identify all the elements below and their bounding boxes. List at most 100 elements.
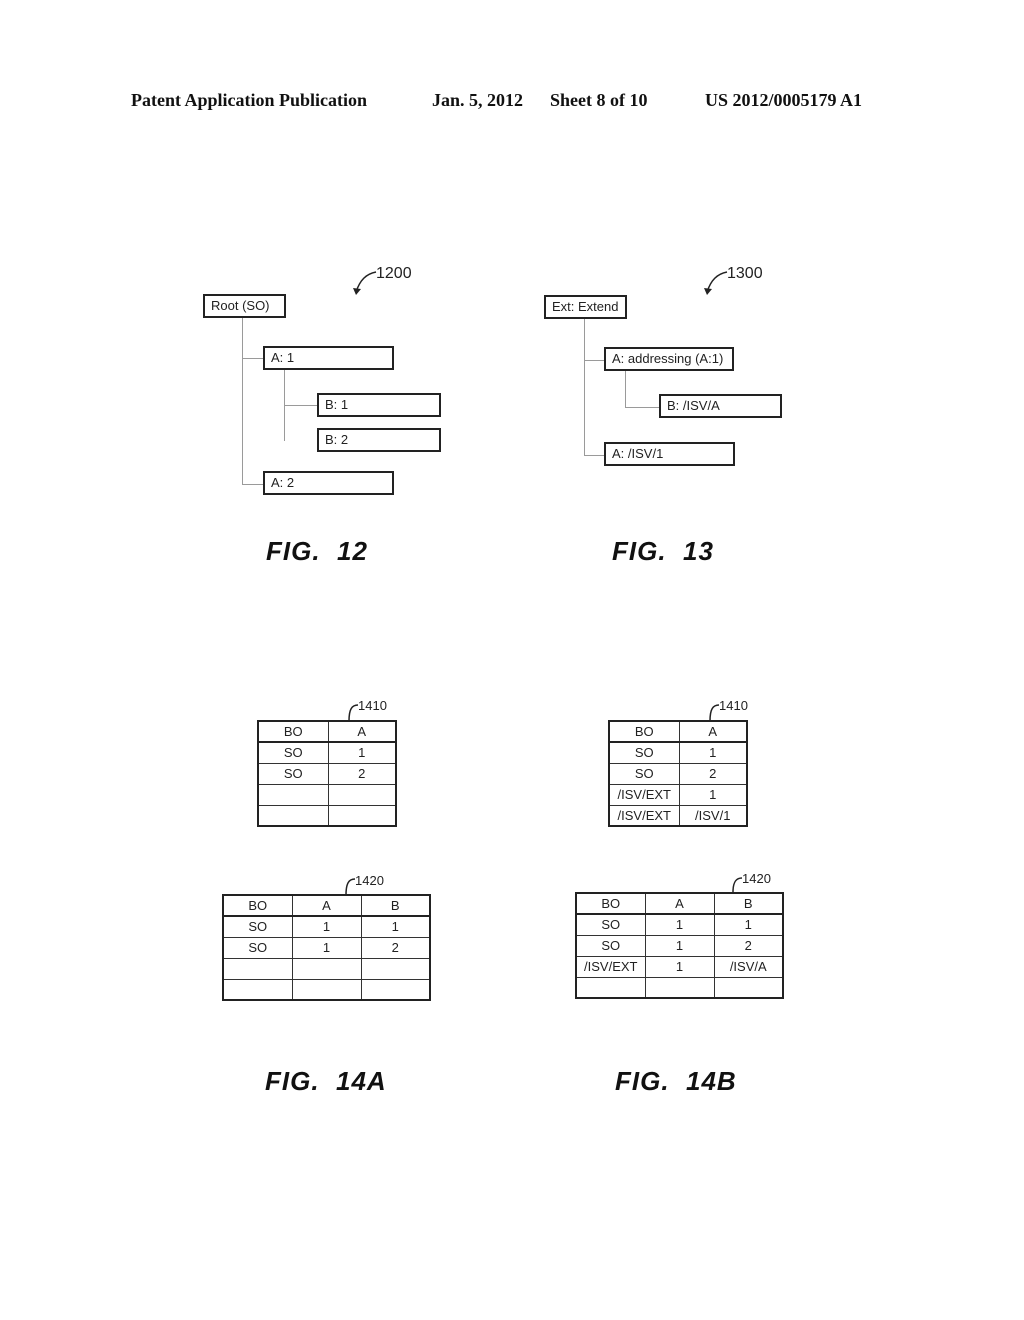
connector-line: [242, 484, 263, 485]
cell: [644, 976, 715, 999]
sheet-number: Sheet 8 of 10: [550, 90, 648, 110]
table-row: [222, 978, 431, 1001]
connector-line: [284, 405, 317, 406]
cell: /ISV/1: [678, 804, 748, 827]
tree-node-a1: A: 1: [263, 346, 394, 370]
cell: 1: [291, 915, 362, 938]
table-row: SO 1 2: [222, 936, 431, 959]
reference-1410: 1410: [358, 698, 387, 713]
cell: 2: [713, 934, 784, 957]
table-1410: BO A SO 1 SO 2: [257, 720, 397, 827]
cell: 1: [644, 955, 715, 978]
column-header: B: [360, 894, 431, 917]
cell: 1: [678, 741, 748, 764]
connector-line: [625, 407, 659, 408]
cell: [360, 957, 431, 980]
connector-line: [625, 371, 626, 407]
connector-line: [584, 360, 604, 361]
table-row: [257, 804, 397, 827]
cell: 1: [678, 783, 748, 806]
cell: [257, 783, 329, 806]
table-row: SO 1 1: [575, 913, 784, 936]
column-header: BO: [257, 720, 329, 743]
connector-line: [242, 358, 263, 359]
cell: 1: [360, 915, 431, 938]
column-header: B: [713, 892, 784, 915]
connector-line: [242, 318, 243, 484]
reference-1300: 1300: [727, 265, 763, 282]
cell: [291, 978, 362, 1001]
tree-node-b2: B: 2: [317, 428, 441, 452]
column-header: BO: [608, 720, 680, 743]
reference-1410: 1410: [719, 698, 748, 713]
column-header: A: [678, 720, 748, 743]
tree-node-b-isv: B: /ISV/A: [659, 394, 782, 418]
cell: [327, 783, 397, 806]
cell: 1: [291, 936, 362, 959]
table-1420: BO A B SO 1 1 SO 1 2: [222, 894, 431, 1001]
table-row: [222, 957, 431, 980]
cell: /ISV/EXT: [608, 783, 680, 806]
table-row: /ISV/EXT 1: [608, 783, 748, 806]
connector-line: [584, 455, 604, 456]
cell: SO: [222, 936, 293, 959]
table-row: SO 2: [257, 762, 397, 785]
table-row: SO 2: [608, 762, 748, 785]
cell: 2: [360, 936, 431, 959]
figure-caption: FIG. 14B: [615, 1066, 737, 1096]
column-header: BO: [222, 894, 293, 917]
column-header: A: [291, 894, 362, 917]
cell: [291, 957, 362, 980]
cell: 1: [327, 741, 397, 764]
cell: SO: [222, 915, 293, 938]
publication-date: Jan. 5, 2012: [432, 90, 524, 110]
column-header: BO: [575, 892, 646, 915]
cell: SO: [575, 913, 646, 936]
table-row: /ISV/EXT 1/ISV/A: [575, 955, 784, 978]
connector-line: [584, 319, 585, 455]
cell: /ISV/A: [713, 955, 784, 978]
tree-node-a-addressing: A: addressing (A:1): [604, 347, 734, 371]
cell: 2: [327, 762, 397, 785]
table-row: SO 1: [608, 741, 748, 764]
figure-caption: FIG. 14A: [265, 1066, 387, 1096]
table-row: /ISV/EXT/ISV/1: [608, 804, 748, 827]
table-row: SO 1 2: [575, 934, 784, 957]
figure-caption: FIG. 12: [266, 536, 368, 566]
reference-1420: 1420: [355, 873, 384, 888]
table-1420: BO A B SO 1 1 SO 1 2 /ISV/EXT 1/ISV/A: [575, 892, 784, 999]
tree-node-a2: A: 2: [263, 471, 394, 495]
table-row: SO 1: [257, 741, 397, 764]
cell: SO: [608, 762, 680, 785]
cell: SO: [575, 934, 646, 957]
cell: /ISV/EXT: [575, 955, 646, 978]
cell: [327, 804, 397, 827]
cell: [257, 804, 329, 827]
cell: [222, 978, 293, 1001]
cell: [575, 976, 646, 999]
cell: 2: [678, 762, 748, 785]
tree-node-b1: B: 1: [317, 393, 441, 417]
cell: SO: [257, 741, 329, 764]
cell: /ISV/EXT: [608, 804, 680, 827]
tree-node-a-isv: A: /ISV/1: [604, 442, 735, 466]
column-header: A: [644, 892, 715, 915]
table-1410: BO A SO 1 SO 2 /ISV/EXT 1 /ISV/EXT/ISV/1: [608, 720, 748, 827]
table-row: SO 1 1: [222, 915, 431, 938]
column-header: A: [327, 720, 397, 743]
cell: [360, 978, 431, 1001]
tree-node-root: Root (SO): [203, 294, 286, 318]
cell: [713, 976, 784, 999]
figure-caption: FIG. 13: [612, 536, 714, 566]
cell: [222, 957, 293, 980]
cell: 1: [713, 913, 784, 936]
cell: 1: [644, 934, 715, 957]
publication-label: Patent Application Publication: [131, 90, 368, 110]
cell: SO: [257, 762, 329, 785]
table-row: [575, 976, 784, 999]
reference-1200: 1200: [376, 265, 412, 282]
cell: SO: [608, 741, 680, 764]
reference-1420: 1420: [742, 871, 771, 886]
table-row: [257, 783, 397, 806]
cell: 1: [644, 913, 715, 936]
